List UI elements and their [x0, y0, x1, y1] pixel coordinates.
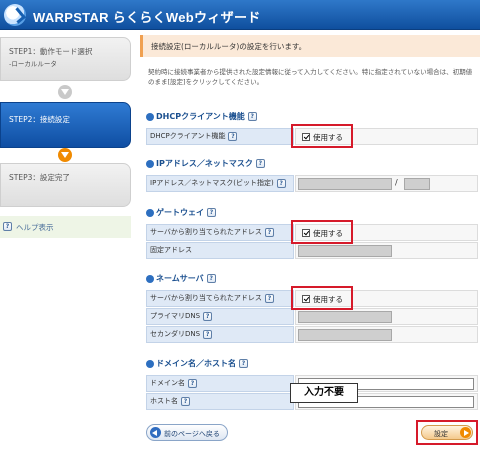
help-icon[interactable]: ? — [255, 159, 265, 168]
host-label: ホスト名? — [146, 393, 294, 410]
bullet-icon — [146, 274, 154, 283]
help-icon[interactable]: ? — [228, 131, 238, 141]
dns-secondary-row: セカンダリDNS? — [146, 326, 478, 343]
highlight-box — [291, 286, 353, 310]
bullet-icon — [146, 208, 154, 217]
warpstar-logo-icon — [4, 4, 26, 26]
gateway-fixed-row: 固定アドレス — [146, 242, 478, 259]
help-icon[interactable]: ? — [264, 293, 274, 303]
dns-primary-input[interactable] — [298, 311, 392, 323]
help-icon[interactable]: ? — [206, 274, 216, 283]
back-button[interactable]: 前のページへ戻る — [146, 424, 228, 441]
gateway-fixed-label: 固定アドレス — [146, 242, 294, 259]
help-icon[interactable]: ? — [203, 329, 213, 339]
dns-primary-value — [295, 308, 478, 325]
section-title-nameserver: ネームサーバ? — [146, 273, 216, 284]
section-title-ip: IPアドレス／ネットマスク? — [146, 158, 265, 169]
step3-item[interactable]: STEP3：設定完了 — [0, 163, 131, 207]
gateway-fixed-value — [295, 242, 478, 259]
dns-primary-row: プライマリDNS? — [146, 308, 478, 325]
netmask-input[interactable] — [404, 178, 430, 190]
step1-item[interactable]: STEP1：動作モード選択 -ローカルルータ — [0, 37, 131, 81]
help-icon[interactable]: ? — [203, 311, 213, 321]
highlight-box — [291, 220, 353, 244]
help-icon[interactable]: ? — [207, 208, 216, 217]
bullet-icon — [146, 359, 154, 368]
step3-label: STEP3：設定完了 — [9, 173, 70, 182]
app-title: WARPSTAR らくらくWebウィザード — [33, 10, 261, 25]
help-link[interactable]: ? ヘルプ表示 — [0, 216, 131, 238]
down-arrow-icon — [58, 148, 72, 162]
set-button[interactable]: 設定 — [421, 425, 473, 440]
notice-bar: 接続設定(ローカルルータ)の設定を行います。 — [140, 35, 480, 57]
step1-label: STEP1：動作モード選択 — [9, 47, 93, 56]
main-content: 接続設定(ローカルルータ)の設定を行います。 契約時に接続事業者から提供された設… — [140, 31, 480, 450]
description-text: 契約時に接続事業者から提供された設定情報に従って入力してください。特に指定されて… — [148, 68, 473, 86]
help-icon: ? — [3, 222, 12, 231]
help-icon[interactable]: ? — [247, 112, 257, 121]
dns-secondary-input[interactable] — [298, 329, 392, 341]
gateway-auto-label: サーバから割り当てられたアドレス? — [146, 224, 294, 241]
dns-auto-label: サーバから割り当てられたアドレス? — [146, 290, 294, 307]
down-arrow-icon — [58, 85, 72, 99]
bullet-icon — [146, 159, 154, 168]
dns-primary-label: プライマリDNS? — [146, 308, 294, 325]
ip-separator: / — [395, 178, 398, 187]
dhcp-row-label: DHCPクライアント機能? — [146, 128, 294, 145]
section-title-domain: ドメイン名／ホスト名? — [146, 358, 248, 369]
section-title-gateway: ゲートウェイ? — [146, 207, 216, 218]
highlight-box: 設定 — [416, 420, 478, 445]
help-icon[interactable]: ? — [181, 396, 190, 406]
section-title-dhcp: DHCPクライアント機能? — [146, 111, 257, 122]
step1-sub: -ローカルルータ — [9, 60, 57, 68]
gateway-fixed-input[interactable] — [298, 245, 392, 257]
notice-text: 接続設定(ローカルルータ)の設定を行います。 — [151, 42, 307, 51]
dns-secondary-value — [295, 326, 478, 343]
wizard-sidebar: STEP1：動作モード選択 -ローカルルータ STEP2：接続設定 STEP3：… — [0, 31, 131, 450]
step2-label: STEP2：接続設定 — [9, 115, 70, 124]
help-icon[interactable]: ? — [188, 378, 197, 388]
bullet-icon — [146, 112, 154, 121]
step2-item-active[interactable]: STEP2：接続設定 — [0, 102, 131, 148]
help-label: ヘルプ表示 — [16, 223, 54, 232]
highlight-box — [291, 124, 353, 148]
arrow-left-icon — [150, 427, 161, 438]
ip-address-input[interactable] — [298, 178, 392, 190]
ip-row-value: / — [295, 175, 478, 192]
back-button-label: 前のページへ戻る — [164, 430, 220, 438]
domain-label: ドメイン名? — [146, 375, 294, 392]
help-icon[interactable]: ? — [276, 178, 286, 188]
ip-row: IPアドレス／ネットマスク(ビット指定)? / — [146, 175, 478, 192]
arrow-right-icon — [460, 427, 471, 438]
not-required-callout: 入力不要 — [290, 383, 358, 403]
app-header: WARPSTAR らくらくWebウィザード — [0, 0, 480, 30]
ip-row-label: IPアドレス／ネットマスク(ビット指定)? — [146, 175, 294, 192]
help-icon[interactable]: ? — [264, 227, 274, 237]
help-icon[interactable]: ? — [239, 359, 248, 368]
dns-secondary-label: セカンダリDNS? — [146, 326, 294, 343]
set-button-label: 設定 — [434, 430, 448, 438]
